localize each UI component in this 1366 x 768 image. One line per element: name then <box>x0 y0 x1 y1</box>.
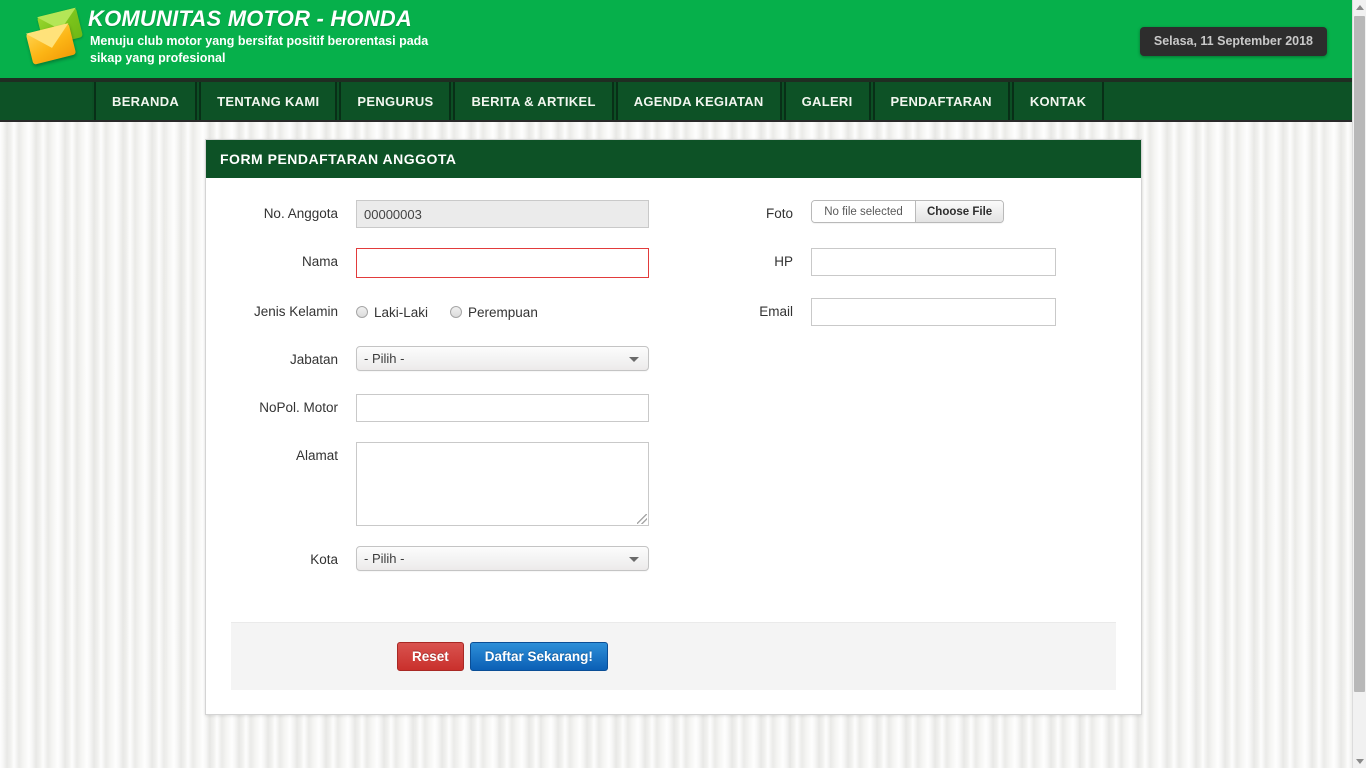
alamat-textarea-wrapper <box>356 442 649 526</box>
nav-item-label: AGENDA KEGIATAN <box>633 93 764 109</box>
email-input[interactable] <box>811 298 1056 326</box>
radio-circle-icon[interactable] <box>356 306 368 318</box>
label-nopol-motor: NoPol. Motor <box>259 400 338 415</box>
control-kota: - Pilih - <box>356 546 686 571</box>
nav-left-spacer <box>0 82 92 120</box>
field-row-jabatan: Jabatan - Pilih - <box>226 346 686 374</box>
label-kota: Kota <box>310 552 338 567</box>
jabatan-selected-value: - Pilih - <box>364 351 405 366</box>
control-hp <box>811 248 1106 276</box>
reset-button[interactable]: Reset <box>397 641 464 672</box>
nav-item-pengurus[interactable]: PENGURUS <box>337 82 452 120</box>
jabatan-select[interactable]: - Pilih - <box>356 346 649 371</box>
field-row-email: Email <box>716 298 1106 326</box>
nav-item-galeri[interactable]: GALERI <box>781 82 871 120</box>
label-jabatan: Jabatan <box>289 352 338 367</box>
registration-form-panel: FORM PENDAFTARAN ANGGOTA No. Anggota Nam… <box>205 139 1142 715</box>
nav-item-kontak[interactable]: KONTAK <box>1009 82 1105 120</box>
control-nopol-motor <box>356 394 686 422</box>
scrollbar-thumb[interactable] <box>1354 16 1365 692</box>
nav-bottom-border <box>0 120 1352 122</box>
foto-file-name: No file selected <box>812 201 915 222</box>
nav-item-label: BERANDA <box>112 93 180 109</box>
nav-item-beranda[interactable]: BERANDA <box>92 82 198 120</box>
choose-file-button[interactable]: Choose File <box>915 201 1004 222</box>
field-row-kota: Kota - Pilih - <box>226 546 686 574</box>
main-navigation: BERANDA TENTANG KAMI PENGURUS BERITA & A… <box>0 82 1352 120</box>
nav-item-label: TENTANG KAMI <box>217 93 320 109</box>
nopol-motor-input[interactable] <box>356 394 649 422</box>
nav-item-label: BERITA & ARTIKEL <box>471 93 596 109</box>
page-title: KOMUNITAS MOTOR - HONDA <box>88 6 412 31</box>
radio-label-laki-laki: Laki-Laki <box>374 304 429 320</box>
form-column-right: Foto No file selected Choose File HP Ema… <box>686 200 1106 594</box>
nav-item-label: GALERI <box>801 93 853 109</box>
field-row-nama: Nama <box>226 248 686 278</box>
label-no-anggota: No. Anggota <box>263 206 338 221</box>
panel-title: FORM PENDAFTARAN ANGGOTA <box>206 140 1141 178</box>
kota-selected-value: - Pilih - <box>364 551 405 566</box>
nav-item-agenda-kegiatan[interactable]: AGENDA KEGIATAN <box>613 82 782 120</box>
label-email: Email <box>759 304 793 319</box>
control-email <box>811 298 1106 326</box>
field-row-no-anggota: No. Anggota <box>226 200 686 228</box>
control-jabatan: - Pilih - <box>356 346 686 371</box>
field-row-jenis-kelamin: Jenis Kelamin Laki-Laki Perempuan <box>226 298 686 326</box>
label-nama: Nama <box>301 254 338 269</box>
nav-item-label: PENDAFTARAN <box>890 93 992 109</box>
scroll-down-button[interactable] <box>1353 754 1366 768</box>
envelope-front-shape <box>25 23 77 65</box>
site-header: KOMUNITAS MOTOR - HONDA Menuju club moto… <box>0 0 1352 78</box>
label-foto: Foto <box>765 206 793 221</box>
chevron-down-icon <box>629 556 639 562</box>
label-jenis-kelamin: Jenis Kelamin <box>253 304 338 319</box>
field-row-nopol-motor: NoPol. Motor <box>226 394 686 422</box>
browser-scrollbar[interactable] <box>1352 0 1366 768</box>
control-nama <box>356 248 686 278</box>
no-anggota-input <box>356 200 649 228</box>
nav-item-tentang-kami[interactable]: TENTANG KAMI <box>197 82 338 120</box>
radio-label-perempuan: Perempuan <box>468 304 538 320</box>
control-jenis-kelamin: Laki-Laki Perempuan <box>356 298 686 326</box>
control-foto: No file selected Choose File <box>811 200 1106 223</box>
panel-body: No. Anggota Nama Jenis Kelamin <box>206 178 1141 714</box>
date-badge: Selasa, 11 September 2018 <box>1139 27 1327 56</box>
nav-item-pendaftaran[interactable]: PENDAFTARAN <box>870 82 1010 120</box>
nav-item-list: BERANDA TENTANG KAMI PENGURUS BERITA & A… <box>92 82 1105 120</box>
radio-option-laki-laki[interactable]: Laki-Laki <box>356 305 428 320</box>
field-row-alamat: Alamat <box>226 442 686 526</box>
form-columns: No. Anggota Nama Jenis Kelamin <box>206 200 1141 594</box>
scroll-up-arrow-icon <box>1355 4 1364 10</box>
alamat-textarea[interactable] <box>356 442 649 526</box>
submit-button[interactable]: Daftar Sekarang! <box>469 641 608 672</box>
form-column-left: No. Anggota Nama Jenis Kelamin <box>206 200 686 594</box>
control-no-anggota <box>356 200 686 228</box>
hp-input[interactable] <box>811 248 1056 276</box>
radio-circle-icon[interactable] <box>450 306 463 318</box>
label-hp: HP <box>774 254 793 269</box>
kota-select[interactable]: - Pilih - <box>356 546 649 571</box>
field-row-hp: HP <box>716 248 1106 276</box>
chevron-down-icon <box>629 356 639 362</box>
nav-item-label: PENGURUS <box>357 93 434 109</box>
nav-item-berita-artikel[interactable]: BERITA & ARTIKEL <box>451 82 614 120</box>
nav-item-label: KONTAK <box>1029 93 1087 109</box>
scroll-down-arrow-icon <box>1355 758 1364 764</box>
envelope-icon <box>25 7 88 70</box>
label-alamat: Alamat <box>295 448 338 463</box>
control-alamat <box>356 442 686 526</box>
site-tagline: Menuju club motor yang bersifat positif … <box>90 34 429 65</box>
scroll-up-button[interactable] <box>1353 0 1366 14</box>
form-action-bar: Reset Daftar Sekarang! <box>231 622 1116 690</box>
panel-bottom-padding <box>206 690 1141 714</box>
field-row-foto: Foto No file selected Choose File <box>716 200 1106 228</box>
nama-input[interactable] <box>356 248 649 278</box>
gender-radio-group: Laki-Laki Perempuan <box>356 298 686 326</box>
radio-option-perempuan[interactable]: Perempuan <box>450 305 538 320</box>
foto-file-input[interactable]: No file selected Choose File <box>811 200 1005 223</box>
